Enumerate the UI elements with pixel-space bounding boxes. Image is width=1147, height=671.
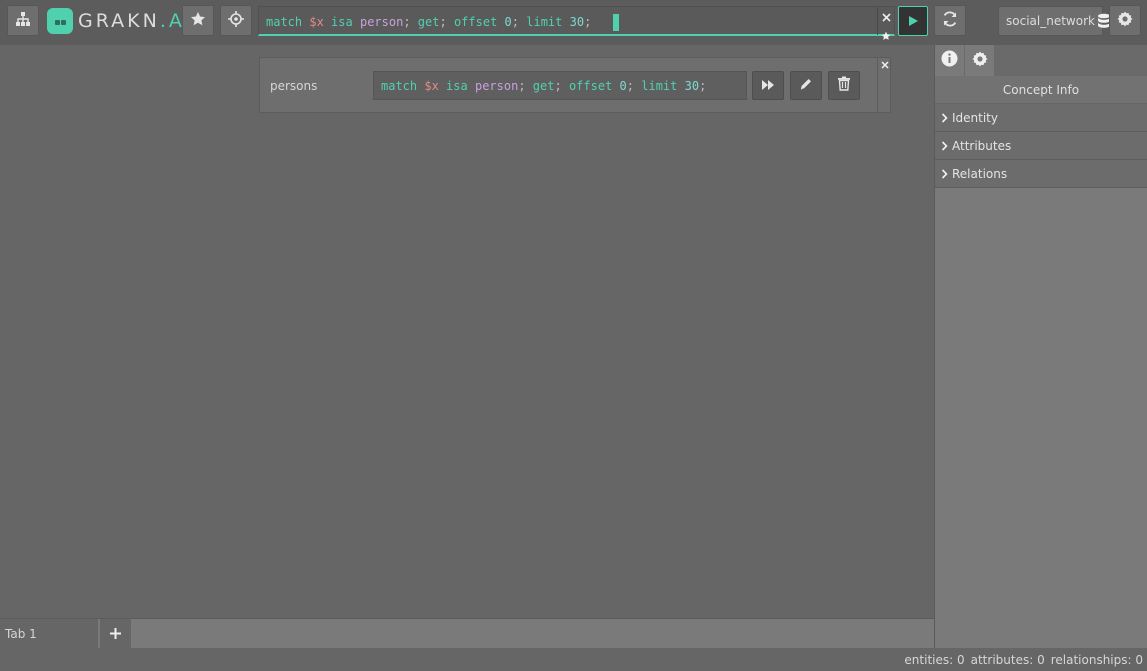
star-icon [190, 11, 206, 31]
gear-icon [971, 50, 989, 72]
tab-concept-info[interactable] [935, 45, 964, 76]
section-relations-label: Relations [952, 166, 1008, 181]
status-bar: entities: 0 attributes: 0 relationships:… [0, 648, 1147, 671]
right-panel-tabs [935, 45, 1147, 76]
close-favourite-panel-button[interactable] [880, 60, 890, 70]
top-toolbar: GRAKN.AI match $x isa person; get; offse… [0, 0, 1147, 45]
chevron-right-icon [941, 112, 948, 123]
favourite-panel-divider [877, 58, 878, 112]
favourite-query-text-box: match $x isa person; get; offset 0; limi… [373, 71, 747, 100]
close-icon [881, 61, 889, 69]
schema-tree-icon [15, 11, 31, 31]
edit-favourite-button[interactable] [790, 71, 822, 100]
text-cursor [613, 14, 620, 31]
section-attributes[interactable]: Attributes [935, 132, 1147, 160]
gear-icon [1116, 10, 1134, 32]
delete-favourite-button[interactable] [828, 71, 860, 100]
crosshair-icon [228, 10, 244, 31]
plus-icon [109, 625, 122, 644]
schema-design-button[interactable] [7, 5, 39, 36]
info-icon [941, 50, 958, 71]
attributes-count: attributes: 0 [970, 653, 1045, 667]
query-tab-bar: Tab 1 [0, 618, 934, 649]
keyspace-selector[interactable]: social_network [998, 6, 1110, 36]
grakn-logo: GRAKN.AI [47, 8, 193, 34]
entities-count: entities: 0 [904, 653, 965, 667]
query-editor[interactable]: match $x isa person; get; offset 0; limi… [258, 6, 895, 40]
section-identity-label: Identity [952, 110, 998, 125]
run-favourite-button[interactable] [752, 71, 784, 100]
chevron-right-icon [941, 140, 948, 151]
grakn-logo-mark [47, 8, 73, 34]
fast-forward-icon [761, 76, 775, 95]
section-relations[interactable]: Relations [935, 160, 1147, 188]
trash-icon [837, 76, 851, 95]
star-icon [881, 31, 891, 40]
add-tab-button[interactable] [100, 619, 131, 649]
tab-display-settings[interactable] [965, 45, 994, 76]
app-root: GRAKN.AI match $x isa person; get; offse… [0, 0, 1147, 671]
relationships-count: relationships: 0 [1050, 653, 1143, 667]
favourite-queries-button[interactable] [182, 5, 214, 36]
add-favourite-button[interactable] [881, 26, 891, 45]
tab-1-label: Tab 1 [5, 627, 37, 641]
settings-button[interactable] [1109, 5, 1141, 36]
section-identity[interactable]: Identity [935, 104, 1147, 132]
favourite-query-panel: persons match $x isa person; get; offset… [259, 57, 891, 113]
close-icon [881, 13, 891, 22]
chevron-right-icon [941, 168, 948, 179]
pencil-icon [799, 76, 813, 95]
graph-counts: entities: 0 attributes: 0 relationships:… [904, 653, 1143, 667]
run-query-button[interactable] [898, 6, 928, 36]
concept-info-panel: Concept Info Identity Attributes Relatio… [934, 45, 1147, 648]
clear-query-button[interactable] [881, 7, 891, 26]
editor-side-controls [877, 7, 894, 40]
keyspace-name: social_network [1006, 14, 1095, 28]
query-editor-text[interactable]: match $x isa person; get; offset 0; limi… [266, 14, 620, 31]
favourite-query-name: persons [270, 79, 318, 93]
concept-info-title: Concept Info [935, 76, 1147, 104]
grakn-logo-text: GRAKN.AI [78, 10, 194, 32]
tab-1[interactable]: Tab 1 [0, 619, 98, 649]
play-icon [907, 12, 919, 31]
graph-canvas[interactable] [0, 45, 934, 618]
reload-button[interactable] [934, 5, 966, 36]
section-attributes-label: Attributes [952, 138, 1012, 153]
refresh-icon [941, 10, 959, 32]
types-panel-button[interactable] [220, 5, 252, 36]
favourite-query-text: match $x isa person; get; offset 0; limi… [381, 79, 707, 93]
